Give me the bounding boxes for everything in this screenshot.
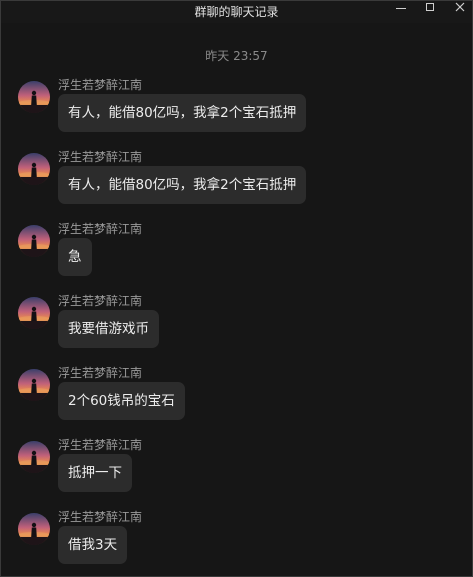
sender-avatar[interactable] — [18, 153, 50, 185]
sender-name: 浮生若梦醉江南 — [58, 150, 143, 164]
close-button[interactable] — [447, 1, 473, 13]
message-bubble[interactable]: 有人，能借80亿吗，我拿2个宝石抵押 — [58, 94, 307, 132]
sunset-avatar-icon — [18, 153, 50, 185]
title-bar[interactable]: 群聊的聊天记录 — [1, 1, 472, 23]
chat-history-window: 群聊的聊天记录 昨天 23:57 浮生若梦醉江南 有人，能借80亿吗，我拿2个宝… — [0, 0, 473, 577]
message-timestamp: 昨天 23:57 — [205, 49, 268, 63]
sender-avatar[interactable] — [18, 297, 50, 329]
maximize-button[interactable] — [417, 1, 443, 13]
sender-avatar[interactable] — [18, 441, 50, 473]
sunset-avatar-icon — [18, 369, 50, 401]
message-bubble[interactable]: 我要借游戏币 — [58, 310, 159, 348]
message-bubble[interactable]: 抵押一下 — [58, 454, 132, 492]
sunset-avatar-icon — [18, 81, 50, 113]
message-bubble[interactable]: 急 — [58, 238, 92, 276]
sender-avatar[interactable] — [18, 81, 50, 113]
sender-avatar[interactable] — [18, 369, 50, 401]
sunset-avatar-icon — [18, 297, 50, 329]
sunset-avatar-icon — [18, 441, 50, 473]
sender-name: 浮生若梦醉江南 — [58, 222, 143, 236]
sender-name: 浮生若梦醉江南 — [58, 510, 143, 524]
sunset-avatar-icon — [18, 225, 50, 257]
minimize-icon — [396, 7, 406, 9]
sender-avatar[interactable] — [18, 513, 50, 545]
sender-avatar[interactable] — [18, 225, 50, 257]
sender-name: 浮生若梦醉江南 — [58, 366, 143, 380]
sender-name: 浮生若梦醉江南 — [58, 438, 143, 452]
minimize-button[interactable] — [388, 1, 414, 13]
close-icon — [455, 2, 465, 12]
sender-name: 浮生若梦醉江南 — [58, 294, 143, 308]
sunset-avatar-icon — [18, 513, 50, 545]
message-bubble[interactable]: 借我3天 — [58, 526, 128, 564]
maximize-icon — [426, 3, 434, 11]
message-bubble[interactable]: 有人，能借80亿吗，我拿2个宝石抵押 — [58, 166, 307, 204]
sender-name: 浮生若梦醉江南 — [58, 78, 143, 92]
message-bubble[interactable]: 2个60钱吊的宝石 — [58, 382, 185, 420]
